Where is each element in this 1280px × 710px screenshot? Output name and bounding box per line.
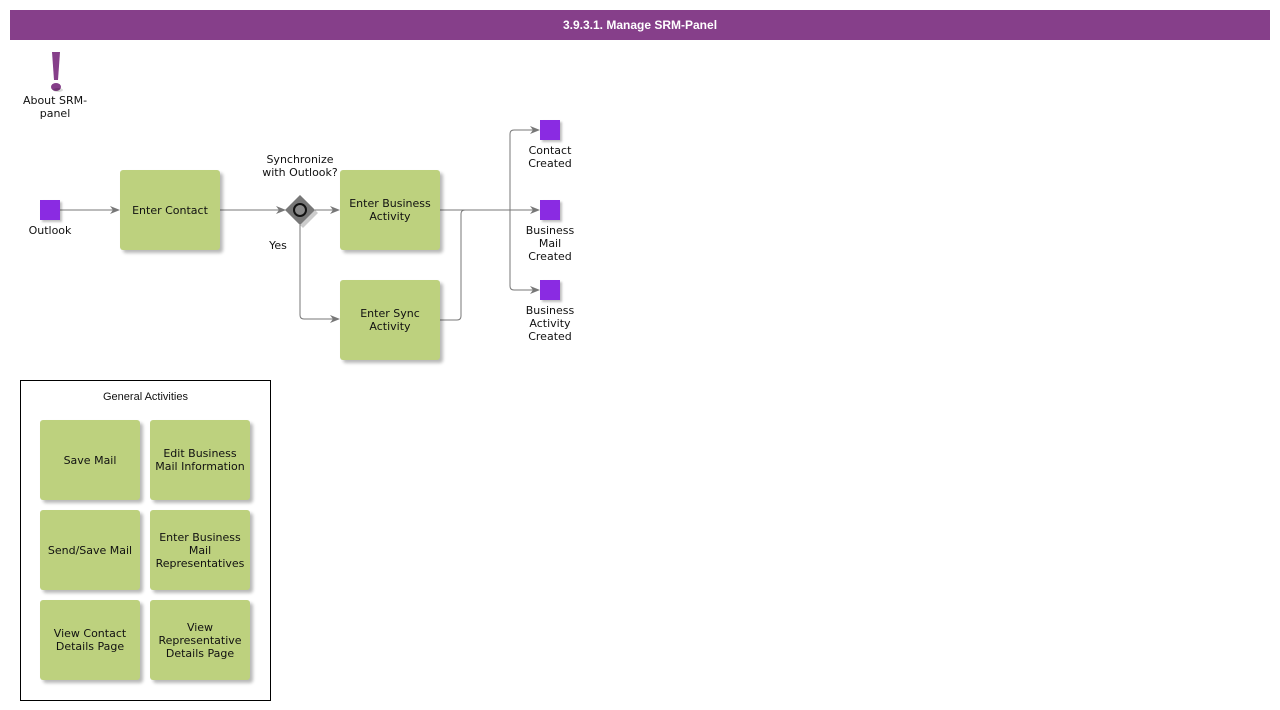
- end-event-business-mail-created[interactable]: [540, 200, 560, 220]
- end-event-label: Business Activity Created: [525, 304, 575, 343]
- task-label: Enter Contact: [132, 203, 208, 217]
- task-label: Enter Business Mail Representatives: [155, 530, 245, 570]
- task-label: Edit Business Mail Information: [155, 447, 245, 473]
- task-edit-business-mail-information[interactable]: Edit Business Mail Information: [150, 420, 250, 500]
- task-enter-sync-activity[interactable]: Enter Sync Activity: [340, 280, 440, 360]
- task-enter-business-mail-representatives[interactable]: Enter Business Mail Representatives: [150, 510, 250, 590]
- gateway-label: Synchronize with Outlook?: [262, 153, 338, 179]
- task-save-mail[interactable]: Save Mail: [40, 420, 140, 500]
- end-event-business-activity-created[interactable]: [540, 280, 560, 300]
- general-activities-title: General Activities: [103, 391, 188, 403]
- task-view-representative-details-page[interactable]: View Representative Details Page: [150, 600, 250, 680]
- flow-gateway-to-sync: [299, 225, 340, 323]
- task-label: View Representative Details Page: [158, 620, 242, 660]
- task-label: Send/Save Mail: [47, 543, 133, 557]
- end-event-label: Contact Created: [528, 144, 572, 170]
- end-event-contact-created[interactable]: [540, 120, 560, 140]
- gateway-yes-label: Yes: [269, 239, 287, 252]
- task-label: Save Mail: [63, 453, 117, 467]
- gateway-circle-icon: [293, 203, 307, 217]
- task-enter-business-activity[interactable]: Enter Business Activity: [340, 170, 440, 250]
- task-enter-contact[interactable]: Enter Contact: [120, 170, 220, 250]
- task-view-contact-details-page[interactable]: View Contact Details Page: [40, 600, 140, 680]
- task-label: View Contact Details Page: [53, 627, 127, 653]
- task-label: Enter Business Activity: [349, 197, 431, 223]
- task-label: Enter Sync Activity: [360, 307, 420, 333]
- end-event-label: Business Mail Created: [525, 224, 575, 263]
- flow-to-contact-created: [509, 126, 540, 210]
- task-send-save-mail[interactable]: Send/Save Mail: [40, 510, 140, 590]
- start-event-label: Outlook: [28, 224, 72, 237]
- flow-sync-out: [440, 209, 466, 321]
- gateway[interactable]: [285, 195, 318, 228]
- start-event-outlook[interactable]: [40, 200, 60, 220]
